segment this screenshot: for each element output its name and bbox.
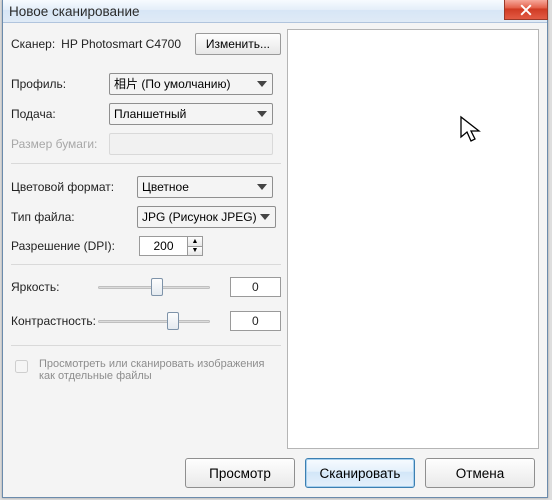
papersize-select: [109, 133, 273, 155]
close-button[interactable]: [504, 0, 548, 20]
colorformat-row: Цветовой формат: Цветное: [11, 176, 281, 198]
separate-files-label: Просмотреть или сканировать изображения …: [39, 358, 281, 382]
divider-3: [11, 345, 281, 346]
profile-row: Профиль: 相片 (По умолчанию): [11, 73, 281, 95]
cancel-button[interactable]: Отмена: [425, 458, 535, 488]
feed-row: Подача: Планшетный: [11, 103, 281, 125]
resolution-row: Разрешение (DPI): ▲ ▼: [11, 236, 281, 256]
scanner-label: Сканер:: [11, 37, 55, 51]
filetype-row: Тип файла: JPG (Рисунок JPEG): [11, 206, 281, 228]
resolution-input[interactable]: [139, 236, 187, 256]
papersize-label: Размер бумаги:: [11, 137, 103, 151]
contrast-slider[interactable]: [98, 312, 210, 330]
contrast-thumb[interactable]: [167, 312, 179, 330]
brightness-label: Яркость:: [11, 280, 98, 294]
window-title: Новое сканирование: [9, 4, 140, 19]
filetype-label: Тип файла:: [11, 210, 131, 224]
resolution-down[interactable]: ▼: [187, 246, 203, 256]
feed-select[interactable]: Планшетный: [109, 103, 273, 125]
separate-files-row: Просмотреть или сканировать изображения …: [11, 358, 281, 382]
change-scanner-button[interactable]: Изменить...: [195, 33, 281, 55]
resolution-label: Разрешение (DPI):: [11, 239, 139, 253]
brightness-thumb[interactable]: [151, 278, 163, 296]
colorformat-label: Цветовой формат:: [11, 180, 131, 194]
brightness-row: Яркость: 0: [11, 277, 281, 297]
scanner-name: HP Photosmart C4700: [61, 37, 181, 51]
contrast-label: Контрастность:: [11, 314, 98, 328]
client-area: Сканер: HP Photosmart C4700 Изменить... …: [3, 23, 547, 497]
profile-label: Профиль:: [11, 77, 103, 91]
button-bar: Просмотр Сканировать Отмена: [3, 449, 547, 497]
scanner-row: Сканер: HP Photosmart C4700 Изменить...: [11, 33, 281, 55]
separate-files-checkbox: [15, 360, 28, 373]
colorformat-select[interactable]: Цветное: [137, 176, 273, 198]
window-controls: [504, 0, 547, 22]
scan-button[interactable]: Сканировать: [305, 458, 415, 488]
brightness-slider[interactable]: [98, 278, 210, 296]
filetype-select[interactable]: JPG (Рисунок JPEG): [137, 206, 276, 228]
feed-label: Подача:: [11, 107, 103, 121]
preview-button[interactable]: Просмотр: [185, 458, 295, 488]
close-icon: [520, 4, 532, 16]
profile-select[interactable]: 相片 (По умолчанию): [109, 73, 273, 95]
resolution-up[interactable]: ▲: [187, 236, 203, 246]
preview-area[interactable]: [287, 29, 539, 449]
contrast-row: Контрастность: 0: [11, 311, 281, 331]
resolution-spinner[interactable]: ▲ ▼: [139, 236, 203, 256]
scan-dialog: Новое сканирование Сканер: HP Photosmart…: [2, 0, 548, 498]
papersize-row: Размер бумаги:: [11, 133, 281, 155]
brightness-value: 0: [230, 277, 281, 297]
contrast-value: 0: [230, 311, 281, 331]
titlebar: Новое сканирование: [3, 0, 547, 23]
divider-1: [11, 163, 281, 164]
divider-2: [11, 264, 281, 265]
settings-pane: Сканер: HP Photosmart C4700 Изменить... …: [11, 29, 281, 449]
